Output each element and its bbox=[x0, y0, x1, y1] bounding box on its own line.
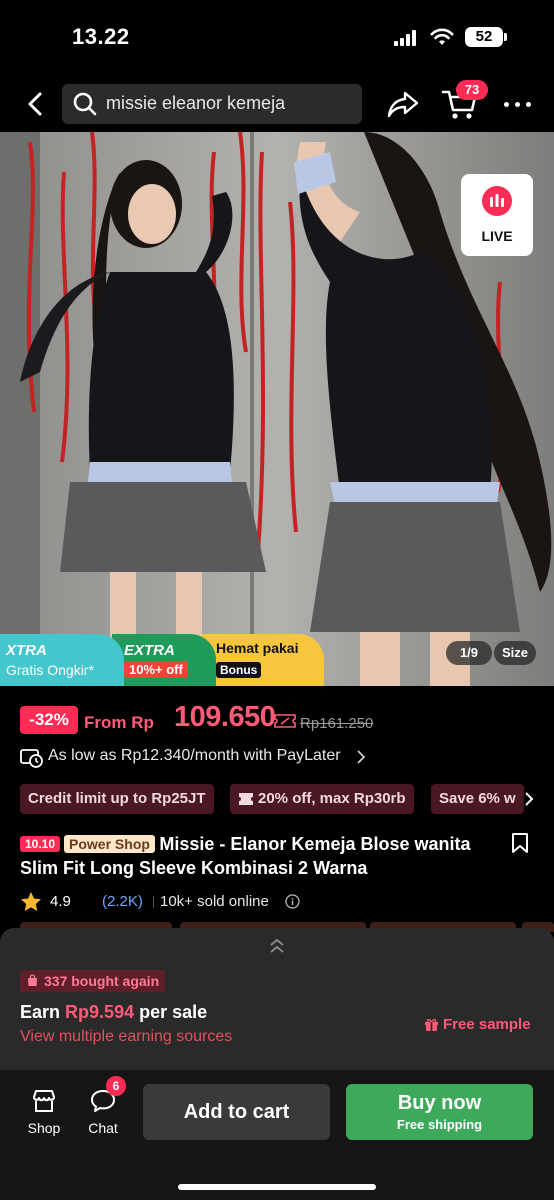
price-row: -32% From Rp 109.650 Rp161.250 bbox=[20, 701, 540, 739]
size-button[interactable]: Size bbox=[494, 641, 536, 665]
promo-extra-badge: 10%+ off bbox=[124, 661, 188, 678]
bookmark-icon[interactable] bbox=[510, 832, 530, 854]
promo-hemat[interactable]: Hemat pakai Bonus bbox=[202, 634, 324, 686]
earn-row: Earn Rp9.594 per sale bbox=[20, 1002, 207, 1023]
bag-icon bbox=[28, 974, 37, 986]
wifi-icon bbox=[430, 28, 454, 45]
status-time: 13.22 bbox=[72, 24, 130, 49]
top-nav: missie eleanor kemeja 73 bbox=[0, 76, 554, 132]
bought-again-badge: 337 bought again bbox=[20, 970, 166, 992]
divider bbox=[153, 896, 154, 908]
bought-again-text: 337 bought again bbox=[44, 973, 160, 989]
rating-value: 4.9 bbox=[50, 893, 71, 910]
discount-badge: -32% bbox=[20, 706, 78, 734]
chevron-up-icon[interactable] bbox=[268, 938, 286, 954]
bottom-action-bar: Shop 6 Chat Add to cart Buy now Free shi… bbox=[0, 1070, 554, 1200]
live-badge[interactable]: LIVE bbox=[461, 174, 533, 256]
live-label: LIVE bbox=[481, 228, 513, 244]
live-icon bbox=[482, 186, 512, 216]
search-input[interactable]: missie eleanor kemeja bbox=[62, 84, 362, 124]
price-amount: 109.650 bbox=[174, 701, 276, 733]
search-icon bbox=[73, 92, 97, 116]
image-counter: 1/9 bbox=[446, 641, 492, 665]
product-title-block: 10.10 Power Shop Missie - Elanor Kemeja B… bbox=[20, 832, 490, 880]
chevron-right-icon bbox=[357, 750, 366, 764]
chip-label: Save 6% w bbox=[439, 790, 516, 807]
battery-indicator: 52 bbox=[465, 27, 507, 47]
cellular-signal-icon bbox=[394, 30, 418, 46]
chat-button[interactable]: 6 Chat bbox=[80, 1076, 126, 1142]
chat-label: Chat bbox=[88, 1120, 118, 1136]
chevron-right-icon[interactable] bbox=[524, 791, 534, 807]
info-icon[interactable] bbox=[285, 894, 300, 909]
chip-discount[interactable]: 20% off, max Rp30rb bbox=[230, 784, 414, 814]
paylater-icon bbox=[20, 749, 43, 768]
share-icon[interactable] bbox=[386, 88, 420, 120]
paylater-text: As low as Rp12.340/month with PayLater bbox=[48, 747, 341, 764]
promo-hemat-badge: Bonus bbox=[216, 662, 262, 678]
star-icon bbox=[21, 892, 41, 911]
cart-count-badge: 73 bbox=[456, 80, 488, 100]
paylater-row[interactable]: As low as Rp12.340/month with PayLater bbox=[20, 744, 540, 770]
earn-suffix: per sale bbox=[139, 1002, 208, 1022]
promo-xtra-title: XTRA bbox=[6, 642, 47, 659]
chip-credit-limit[interactable]: Credit limit up to Rp25JT bbox=[20, 784, 214, 814]
earn-prefix: Earn bbox=[20, 1002, 61, 1022]
status-bar: 13.22 52 bbox=[0, 0, 554, 76]
sold-count: 10k+ sold online bbox=[160, 893, 269, 910]
offer-chips: Credit limit up to Rp25JT 20% off, max R… bbox=[20, 784, 554, 814]
chip-label: Credit limit up to Rp25JT bbox=[28, 790, 206, 807]
promo-xtra-sub: Gratis Ongkir* bbox=[6, 662, 94, 678]
promo-extra[interactable]: EXTRA 10%+ off bbox=[112, 634, 216, 686]
buy-now-label: Buy now bbox=[397, 1092, 482, 1114]
power-shop-tag: Power Shop bbox=[64, 835, 155, 853]
rating-count[interactable]: (2.2K) bbox=[102, 893, 143, 910]
earning-sources-link[interactable]: View multiple earning sources bbox=[20, 1028, 232, 1046]
add-to-cart-button[interactable]: Add to cart bbox=[143, 1084, 330, 1140]
promo-hemat-title: Hemat pakai bbox=[216, 640, 299, 656]
free-sample-label: Free sample bbox=[443, 1016, 531, 1033]
shop-label: Shop bbox=[27, 1120, 61, 1136]
free-sample-button[interactable]: Free sample bbox=[424, 1016, 531, 1033]
search-query: missie eleanor kemeja bbox=[106, 93, 286, 113]
more-options-icon[interactable] bbox=[502, 92, 534, 116]
earn-amount: Rp9.594 bbox=[65, 1002, 135, 1022]
buy-now-subtitle: Free shipping bbox=[396, 1117, 483, 1132]
promo-xtra[interactable]: XTRA Gratis Ongkir* bbox=[0, 634, 124, 686]
chip-save[interactable]: Save 6% w bbox=[431, 784, 524, 814]
price-from-label: From Rp bbox=[84, 713, 154, 732]
affiliate-sheet[interactable]: 337 bought again Earn Rp9.594 per sale V… bbox=[0, 928, 554, 1070]
chip-label: 20% off, max Rp30rb bbox=[258, 790, 406, 807]
event-tag: 10.10 bbox=[20, 836, 61, 852]
rating-row[interactable]: 4.9 (2.2K) 10k+ sold online bbox=[20, 890, 540, 914]
gift-icon bbox=[425, 1019, 438, 1031]
buy-now-button[interactable]: Buy now Free shipping bbox=[346, 1084, 533, 1140]
home-indicator[interactable] bbox=[178, 1184, 376, 1190]
back-button[interactable] bbox=[20, 88, 50, 120]
original-price: Rp161.250 bbox=[300, 715, 374, 732]
ticket-icon bbox=[239, 793, 253, 805]
shop-icon bbox=[33, 1090, 55, 1112]
voucher-icon bbox=[274, 714, 296, 728]
shop-button[interactable]: Shop bbox=[22, 1086, 66, 1142]
promo-extra-title: EXTRA bbox=[124, 642, 175, 659]
chat-badge: 6 bbox=[106, 1076, 126, 1096]
